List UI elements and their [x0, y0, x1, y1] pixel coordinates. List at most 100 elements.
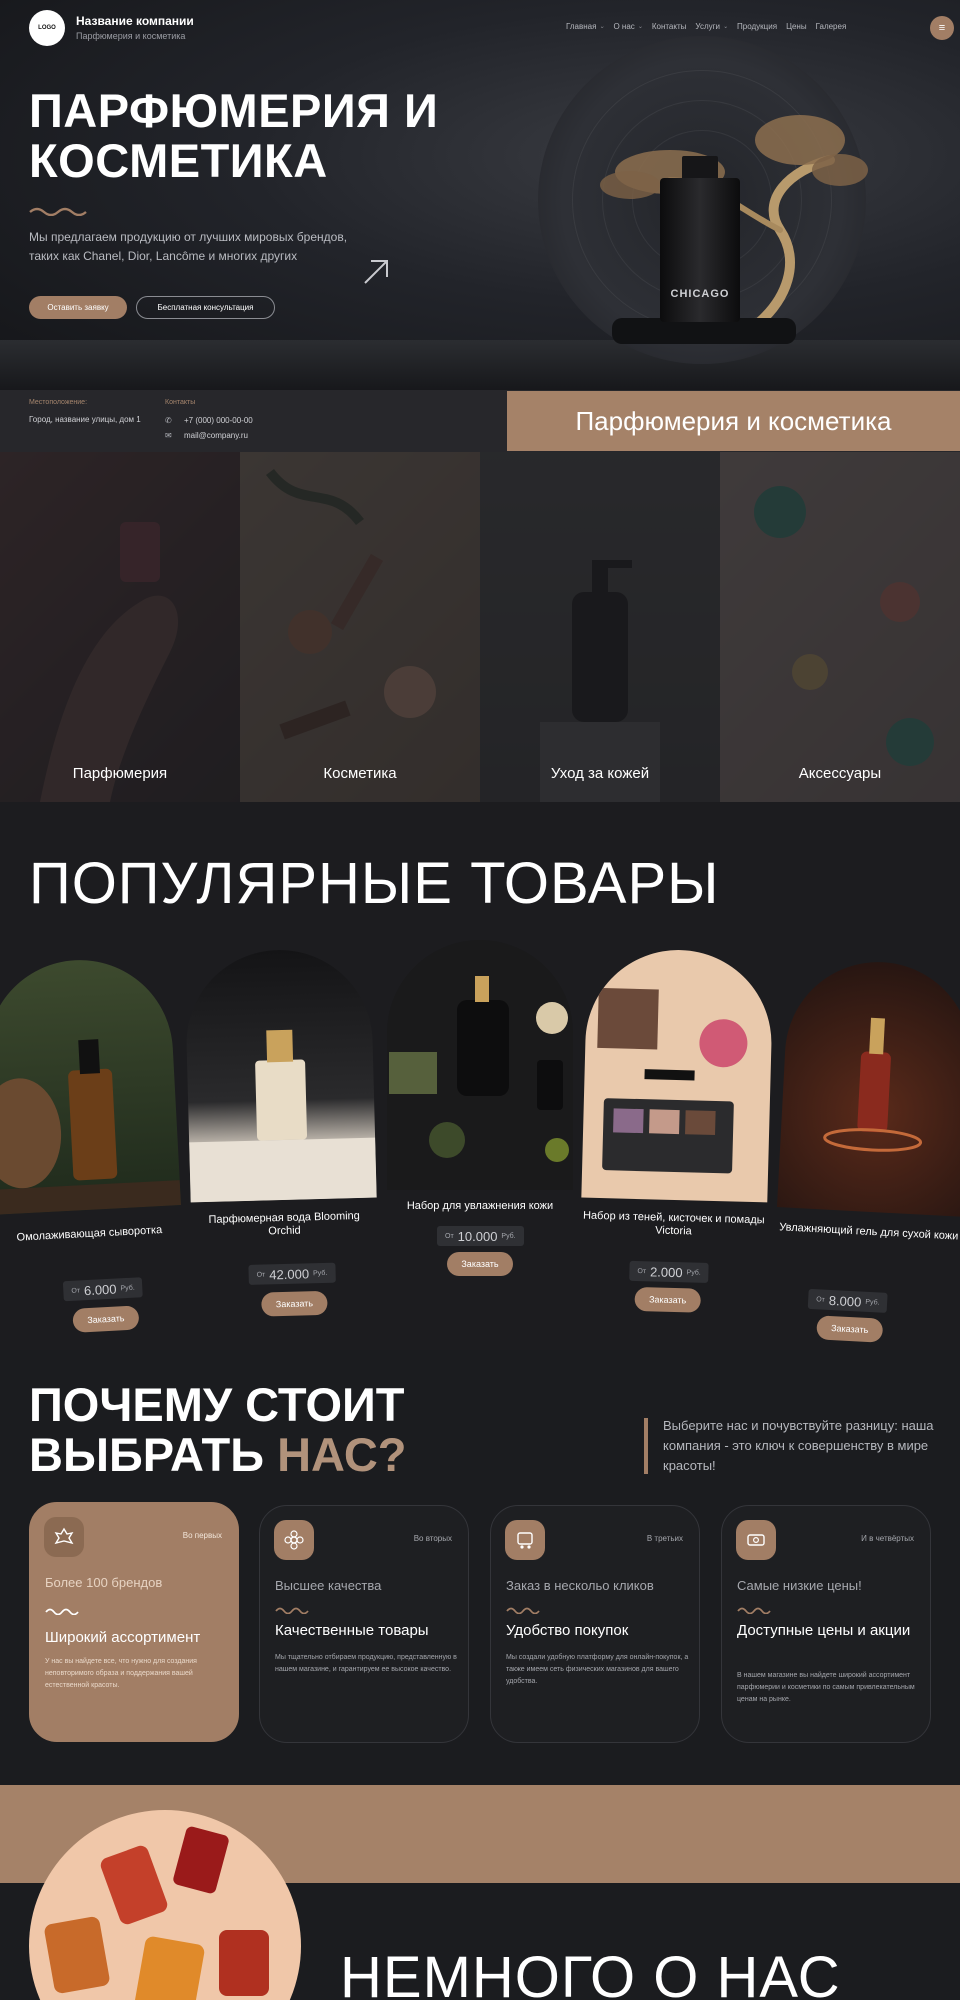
- nav-item-services[interactable]: Услуги ⌄: [695, 22, 728, 31]
- product-name[interactable]: Парфюмерная вода Blooming Orchid: [191, 1210, 378, 1241]
- card-subtitle: Заказ в нескольо кликов: [506, 1578, 654, 1593]
- crest-icon: [44, 1517, 84, 1557]
- category-card-cosmetics[interactable]: Косметика: [240, 452, 480, 802]
- card-subtitle: Высшее качества: [275, 1578, 382, 1593]
- product-price: От 42.000 Руб.: [248, 1262, 336, 1285]
- why-title-line1: ПОЧЕМУ СТОИТ: [29, 1378, 405, 1431]
- logo[interactable]: LOGO: [29, 10, 65, 46]
- phone-icon: ✆: [165, 416, 172, 425]
- card-heading: Качественные товары: [275, 1622, 429, 1639]
- hero-description: Мы предлагаем продукцию от лучших мировы…: [29, 230, 348, 263]
- page: CHICAGO LOGO Название компании Парфюмери…: [0, 0, 960, 2000]
- order-product-button[interactable]: Заказать: [72, 1305, 140, 1333]
- location-label: Местоположение:: [29, 399, 88, 406]
- popular-title: ПОПУЛЯРНЫЕ ТОВАРЫ: [29, 851, 720, 916]
- category-card-accessories[interactable]: Аксессуары: [720, 452, 960, 802]
- card-order: Во первых: [182, 1531, 222, 1540]
- nav-item-about[interactable]: О нас ⌄: [613, 22, 642, 31]
- order-product-button[interactable]: Заказать: [447, 1252, 513, 1276]
- email-link[interactable]: mail@company.ru: [184, 431, 248, 440]
- order-product-button[interactable]: Заказать: [634, 1286, 701, 1313]
- product-name[interactable]: Набор для увлажнения кожи: [387, 1200, 573, 1213]
- product-price: От 2.000 Руб.: [629, 1260, 710, 1283]
- category-card-skincare[interactable]: Уход за кожей: [480, 452, 720, 802]
- location-value: Город, название улицы, дом 1: [29, 415, 141, 424]
- nav-item-contacts[interactable]: Контакты: [652, 22, 687, 31]
- product-image[interactable]: [581, 947, 774, 1203]
- categories-grid: Парфюмерия Косметика Уход за кожей Аксес…: [0, 452, 960, 802]
- tag-icon: [736, 1520, 776, 1560]
- quote-bar: [644, 1418, 648, 1474]
- squiggle-decoration: [45, 1608, 79, 1615]
- card-heading: Доступные цены и акции: [737, 1622, 911, 1639]
- company-name[interactable]: Название компании: [76, 14, 194, 28]
- order-product-button[interactable]: Заказать: [816, 1315, 884, 1343]
- why-text: Выберите нас и почувствуйте разницу: наш…: [663, 1418, 934, 1473]
- product-card: Омолаживающая сыворотка От 6.000 Руб. Зака…: [0, 955, 188, 1344]
- feature-card-assortment: Во первых Более 100 брендов Широкий ассо…: [29, 1502, 239, 1742]
- squiggle-decoration: [275, 1607, 309, 1614]
- menu-icon[interactable]: ≡: [930, 16, 954, 40]
- card-description: Мы тщательно отбираем продукцию, предста…: [275, 1654, 457, 1673]
- hero-title: ПАРФЮМЕРИЯ И КОСМЕТИКА: [29, 84, 439, 187]
- product-image[interactable]: [184, 947, 377, 1203]
- card-description: Мы создали удобную платформу для онлайн-…: [506, 1654, 689, 1685]
- why-title: ПОЧЕМУ СТОИТ ВЫБРАТЬ НАС?: [29, 1380, 406, 1480]
- hero-section: CHICAGO LOGO Название компании Парфюмери…: [0, 0, 960, 390]
- flower-icon: [274, 1520, 314, 1560]
- product-card: Набор из теней, кисточек и помады Victor…: [578, 947, 774, 1323]
- about-title: НЕМНОГО О НАС: [340, 1945, 841, 2000]
- perfume-bottle-image: [660, 178, 740, 322]
- phone-link[interactable]: +7 (000) 000-00-00: [184, 416, 253, 425]
- chevron-down-icon: ⌄: [637, 24, 643, 30]
- product-image[interactable]: [387, 940, 573, 1190]
- card-order: И в четвёртых: [861, 1534, 914, 1543]
- category-label: Косметика: [323, 765, 397, 782]
- card-description: В нашем магазине вы найдете широкий ассо…: [737, 1672, 915, 1703]
- nav-item-home[interactable]: Главная ⌄: [566, 22, 604, 31]
- card-heading: Удобство покупок: [506, 1622, 629, 1639]
- product-image[interactable]: [776, 957, 960, 1217]
- card-description: У нас вы найдете все, что нужно для созд…: [45, 1658, 197, 1689]
- product-price: От 10.000 Руб.: [437, 1226, 524, 1246]
- chevron-down-icon: ⌄: [599, 24, 605, 30]
- card-order: В третьих: [646, 1534, 683, 1543]
- chevron-down-icon: ⌄: [723, 24, 729, 30]
- category-label: Уход за кожей: [550, 765, 650, 782]
- bottle-label: CHICAGO: [670, 288, 730, 300]
- nav-item-prices[interactable]: Цены: [786, 22, 807, 31]
- category-label: Аксессуары: [798, 765, 882, 782]
- product-card: Увлажняющий гель для сухой кожи От 8.000 Р…: [770, 957, 960, 1346]
- nav-item-gallery[interactable]: Галерея: [816, 22, 847, 31]
- product-name[interactable]: Омолаживающая сыворотка: [0, 1223, 183, 1246]
- main-nav: Главная ⌄ О нас ⌄ Контакты Услуги ⌄ Продукц…: [566, 22, 846, 31]
- squiggle-decoration: [506, 1607, 540, 1614]
- category-card-perfumery[interactable]: Парфюмерия: [0, 452, 240, 802]
- category-label: Парфюмерия: [72, 765, 168, 782]
- nav-item-products[interactable]: Продукция: [737, 22, 777, 31]
- card-heading: Широкий ассортимент: [45, 1629, 201, 1646]
- mail-icon: ✉: [165, 431, 172, 440]
- company-subtitle: Парфюмерия и косметика: [76, 31, 186, 41]
- arrow-up-right-icon[interactable]: [362, 258, 390, 286]
- why-title-line2: ВЫБРАТЬ: [29, 1428, 278, 1481]
- product-name[interactable]: Набор из теней, кисточек и помады Victor…: [580, 1210, 767, 1241]
- product-price: От 6.000 Руб.: [62, 1277, 144, 1302]
- consult-button[interactable]: Бесплатная консультация: [136, 296, 275, 319]
- banner-label: Парфюмерия и косметика: [507, 391, 960, 451]
- product-image[interactable]: [0, 955, 182, 1215]
- product-card: Парфюмерная вода Blooming Orchid От 42.00…: [184, 947, 380, 1323]
- product-price: От 8.000 Руб.: [807, 1288, 889, 1313]
- contacts-label: Контакты: [165, 399, 196, 406]
- order-button[interactable]: Оставить заявку: [29, 296, 127, 319]
- product-name[interactable]: Увлажняющий гель для сухой кожи: [776, 1221, 960, 1244]
- order-product-button[interactable]: Заказать: [261, 1290, 328, 1317]
- card-order: Во вторых: [413, 1534, 452, 1543]
- cart-icon: [505, 1520, 545, 1560]
- feature-card-quality: Во вторых Высшее качества Качественные т…: [259, 1505, 469, 1743]
- feature-card-convenience: В третьих Заказ в нескольо кликов Удобст…: [490, 1505, 700, 1743]
- squiggle-decoration: [737, 1607, 771, 1614]
- squiggle-decoration: [29, 207, 87, 216]
- why-title-accent: НАС?: [277, 1428, 407, 1481]
- card-subtitle: Более 100 брендов: [45, 1575, 163, 1590]
